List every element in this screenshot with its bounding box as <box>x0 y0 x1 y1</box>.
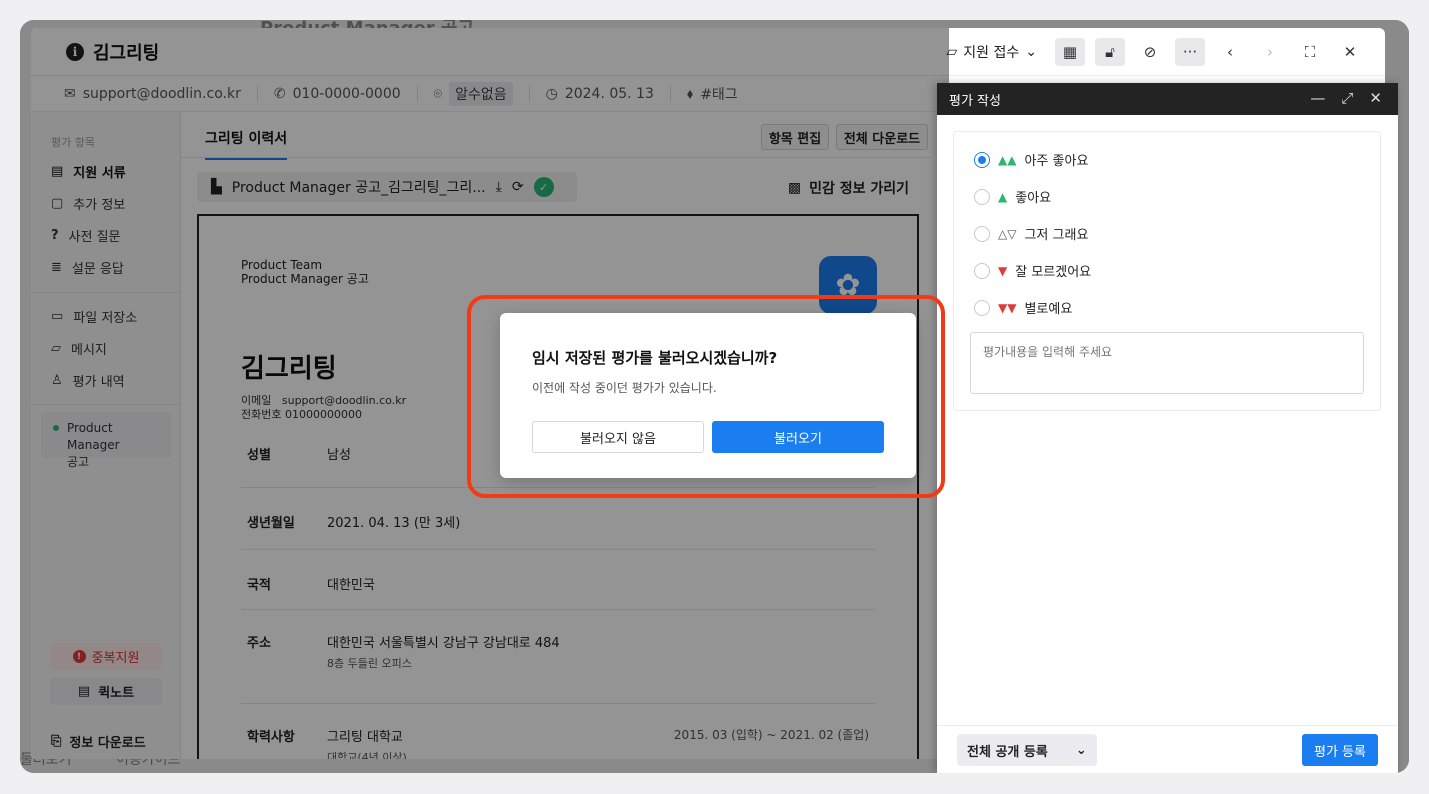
rating-label: 별로예요 <box>1024 302 1073 317</box>
status-label: 지원 접수 <box>963 45 1020 61</box>
rating-option-bad[interactable]: ▼▼ 별로예요 <box>974 298 1072 317</box>
thumbs-down-icon: ▼ <box>998 263 1008 278</box>
radio-button[interactable] <box>974 299 990 316</box>
rating-option-unsure[interactable]: ▼ 잘 모르겠어요 <box>974 261 1091 280</box>
rating-label: 아주 좋아요 <box>1024 154 1089 169</box>
evaluation-textarea[interactable] <box>970 332 1364 394</box>
rating-option-very-good[interactable]: ▲▲ 아주 좋아요 <box>974 150 1088 169</box>
radio-button[interactable] <box>974 188 990 205</box>
block-icon[interactable]: ⊘ <box>1135 38 1165 66</box>
close-icon[interactable]: ✕ <box>1335 38 1365 66</box>
thumbs-up-icon: ▲ <box>998 189 1008 204</box>
expand-icon[interactable]: ⤢ <box>1341 89 1353 107</box>
rating-label: 잘 모르겠어요 <box>1015 265 1092 280</box>
more-icon[interactable]: ··· <box>1175 38 1205 66</box>
app-frame: Product Manager 공고 둘러보기 이용가이드 i 김그리팅 ▱ 지… <box>20 20 1409 773</box>
radio-button[interactable] <box>974 151 990 168</box>
chevron-down-icon: ⌄ <box>1025 44 1037 60</box>
radio-button[interactable] <box>974 262 990 279</box>
evaluation-footer: 전체 공개 등록 ⌄ 평가 등록 <box>937 725 1398 773</box>
highlight-outline <box>467 295 945 498</box>
evaluation-form: ▲▲ 아주 좋아요 ▲ 좋아요 △▽ 그저 그래요 ▼ 잘 모르겠어요 ▼▼ 별로예요 <box>953 131 1381 411</box>
evaluation-title: 평가 작성 <box>949 93 1001 109</box>
next-icon[interactable]: › <box>1255 38 1285 66</box>
submit-evaluation-button[interactable]: 평가 등록 <box>1302 734 1378 766</box>
visibility-label: 전체 공개 등록 <box>967 744 1048 760</box>
rating-option-good[interactable]: ▲ 좋아요 <box>974 187 1051 206</box>
chevron-down-icon: ⌄ <box>1075 742 1087 758</box>
rating-label: 그저 그래요 <box>1024 228 1089 243</box>
thumbs-down-icon: ▼▼ <box>998 300 1017 315</box>
unlock-icon[interactable]: 🔓︎ <box>1095 38 1125 66</box>
thumbs-mixed-icon: △▽ <box>998 226 1017 241</box>
header-actions: ▱ 지원 접수 ⌄ ▦ 🔓︎ ⊘ ··· ‹ › ⛶ ✕ <box>947 28 1366 76</box>
thumbs-up-icon: ▲▲ <box>998 152 1017 167</box>
visibility-select[interactable]: 전체 공개 등록 ⌄ <box>957 734 1097 766</box>
prev-icon[interactable]: ‹ <box>1215 38 1245 66</box>
rating-label: 좋아요 <box>1015 191 1052 206</box>
evaluation-panel: 평가 작성 — ⤢ ✕ ▲▲ 아주 좋아요 ▲ 좋아요 △▽ 그저 그래요 ▼ 잘 모르… <box>937 83 1398 773</box>
status-dropdown[interactable]: ▱ 지원 접수 ⌄ <box>947 42 1038 62</box>
minimize-icon[interactable]: — <box>1310 89 1325 107</box>
calendar-icon[interactable]: ▦ <box>1055 38 1085 66</box>
rating-option-so-so[interactable]: △▽ 그저 그래요 <box>974 224 1088 243</box>
evaluation-titlebar: 평가 작성 — ⤢ ✕ <box>937 83 1398 115</box>
fullscreen-icon[interactable]: ⛶ <box>1295 38 1325 66</box>
radio-button[interactable] <box>974 225 990 242</box>
panel-controls: — ⤢ ✕ <box>1310 89 1382 107</box>
close-icon[interactable]: ✕ <box>1369 89 1382 107</box>
